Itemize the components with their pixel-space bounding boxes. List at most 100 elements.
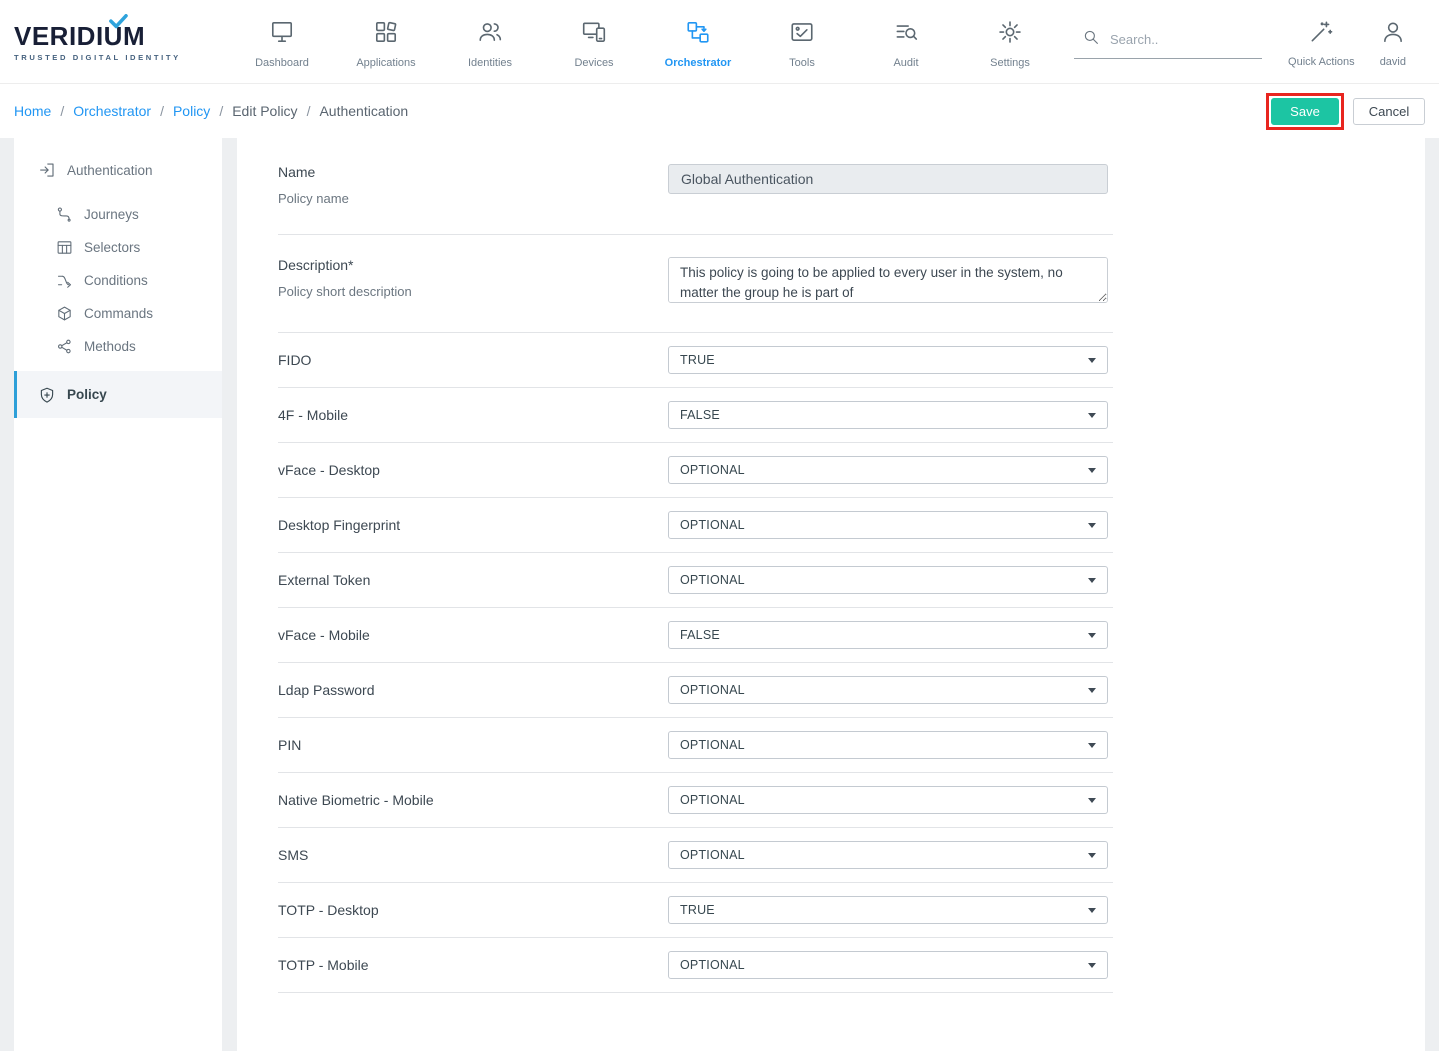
- chevron-down-icon: [1088, 578, 1096, 583]
- search-input[interactable]: [1110, 32, 1260, 47]
- nav-item-label: Identities: [468, 57, 512, 69]
- table-icon: [56, 239, 73, 256]
- sidebar-item-policy[interactable]: Policy: [14, 371, 222, 418]
- policy-description-textarea[interactable]: This policy is going to be applied to ev…: [668, 257, 1108, 303]
- form-row-description: Description* Policy short description Th…: [278, 235, 1113, 333]
- chevron-down-icon: [1088, 523, 1096, 528]
- sidebar-item-label: Conditions: [84, 273, 148, 288]
- 4f-mobile-select[interactable]: FALSE: [668, 401, 1108, 429]
- field-label: FIDO: [278, 352, 668, 368]
- sidebar-item-authentication[interactable]: Authentication: [14, 150, 222, 190]
- native-biometric-mobile-select[interactable]: OPTIONAL: [668, 786, 1108, 814]
- breadcrumb-item-authentication: Authentication: [319, 103, 408, 119]
- quick-actions-button[interactable]: Quick Actions: [1278, 15, 1365, 68]
- sidebar-item-methods[interactable]: Methods: [14, 330, 222, 363]
- chevron-down-icon: [1088, 963, 1096, 968]
- nav-item-audit[interactable]: Audit: [854, 15, 958, 69]
- nav-item-identities[interactable]: Identities: [438, 15, 542, 69]
- field-label: Native Biometric - Mobile: [278, 792, 668, 808]
- breadcrumb-separator: /: [307, 103, 311, 119]
- vface-mobile-select[interactable]: FALSE: [668, 621, 1108, 649]
- sidebar-item-journeys[interactable]: Journeys: [14, 198, 222, 231]
- breadcrumb-link-policy[interactable]: Policy: [173, 103, 210, 119]
- form-row-vface-desktop: vFace - Desktop OPTIONAL: [278, 443, 1113, 498]
- vface-desktop-select[interactable]: OPTIONAL: [668, 456, 1108, 484]
- selected-value: OPTIONAL: [680, 738, 745, 752]
- form-row-4f-mobile: 4F - Mobile FALSE: [278, 388, 1113, 443]
- field-label: Description*: [278, 257, 668, 273]
- sidebar-item-commands[interactable]: Commands: [14, 297, 222, 330]
- brand-tagline: TRUSTED DIGITAL IDENTITY: [14, 53, 182, 62]
- field-label: External Token: [278, 572, 668, 588]
- sidebar-item-conditions[interactable]: Conditions: [14, 264, 222, 297]
- breadcrumb-link-home[interactable]: Home: [14, 103, 51, 119]
- chevron-down-icon: [1088, 798, 1096, 803]
- field-label: 4F - Mobile: [278, 407, 668, 423]
- totp-mobile-select[interactable]: OPTIONAL: [668, 951, 1108, 979]
- sidebar-item-label: Commands: [84, 306, 153, 321]
- sidebar: Authentication Journeys Selectors Condit…: [14, 138, 222, 1051]
- brand-logo: VERIDIUM TRUSTED DIGITAL IDENTITY: [14, 21, 182, 62]
- user-name-label: david: [1380, 56, 1406, 68]
- policy-name-input[interactable]: [668, 164, 1108, 194]
- search: [1074, 24, 1262, 59]
- dashboard-icon: [269, 19, 295, 50]
- audit-icon: [893, 19, 919, 50]
- chevron-down-icon: [1088, 853, 1096, 858]
- external-token-select[interactable]: OPTIONAL: [668, 566, 1108, 594]
- nav-item-label: Settings: [990, 57, 1030, 69]
- selected-value: OPTIONAL: [680, 848, 745, 862]
- totp-desktop-select[interactable]: TRUE: [668, 896, 1108, 924]
- breadcrumb-separator: /: [60, 103, 64, 119]
- form-row-fido: FIDO TRUE: [278, 333, 1113, 388]
- form-row-external-token: External Token OPTIONAL: [278, 553, 1113, 608]
- form-row-pin: PIN OPTIONAL: [278, 718, 1113, 773]
- save-button[interactable]: Save: [1271, 98, 1339, 125]
- form-row-totp-mobile: TOTP - Mobile OPTIONAL: [278, 938, 1113, 993]
- nav-item-label: Audit: [893, 57, 918, 69]
- user-menu[interactable]: david: [1365, 15, 1421, 68]
- selected-value: OPTIONAL: [680, 793, 745, 807]
- field-label: Desktop Fingerprint: [278, 517, 668, 533]
- nav-item-orchestrator[interactable]: Orchestrator: [646, 15, 750, 69]
- field-label: SMS: [278, 847, 668, 863]
- selected-value: OPTIONAL: [680, 683, 745, 697]
- fido-select[interactable]: TRUE: [668, 346, 1108, 374]
- selected-value: OPTIONAL: [680, 958, 745, 972]
- nav-item-label: Dashboard: [255, 57, 309, 69]
- nav-item-tools[interactable]: Tools: [750, 15, 854, 69]
- cancel-button[interactable]: Cancel: [1353, 98, 1425, 125]
- sidebar-item-label: Policy: [67, 387, 107, 402]
- settings-icon: [997, 19, 1023, 50]
- search-icon: [1082, 28, 1100, 51]
- pin-select[interactable]: OPTIONAL: [668, 731, 1108, 759]
- quick-actions-label: Quick Actions: [1288, 56, 1355, 68]
- nav-item-dashboard[interactable]: Dashboard: [230, 15, 334, 69]
- form-row-vface-mobile: vFace - Mobile FALSE: [278, 608, 1113, 663]
- desktop-fingerprint-select[interactable]: OPTIONAL: [668, 511, 1108, 539]
- field-label: vFace - Mobile: [278, 627, 668, 643]
- nav-item-applications[interactable]: Applications: [334, 15, 438, 69]
- breadcrumb-item-edit-policy: Edit Policy: [232, 103, 297, 119]
- magic-wand-icon: [1308, 19, 1334, 50]
- sidebar-item-selectors[interactable]: Selectors: [14, 231, 222, 264]
- chevron-down-icon: [1088, 743, 1096, 748]
- field-label: Ldap Password: [278, 682, 668, 698]
- ldap-password-select[interactable]: OPTIONAL: [668, 676, 1108, 704]
- field-label: TOTP - Desktop: [278, 902, 668, 918]
- nav-item-devices[interactable]: Devices: [542, 15, 646, 69]
- devices-icon: [581, 19, 607, 50]
- breadcrumb-separator: /: [219, 103, 223, 119]
- brand-check-icon: [107, 14, 129, 30]
- content: Authentication Journeys Selectors Condit…: [0, 138, 1439, 1051]
- sms-select[interactable]: OPTIONAL: [668, 841, 1108, 869]
- chevron-down-icon: [1088, 413, 1096, 418]
- breadcrumb: Home / Orchestrator / Policy / Edit Poli…: [14, 103, 408, 119]
- nav-item-settings[interactable]: Settings: [958, 15, 1062, 69]
- selected-value: OPTIONAL: [680, 463, 745, 477]
- breadcrumb-link-orchestrator[interactable]: Orchestrator: [73, 103, 151, 119]
- page-actions: Save Cancel: [1266, 93, 1425, 130]
- nav-item-label: Applications: [356, 57, 415, 69]
- main-nav: Dashboard Applications Identities Device…: [230, 15, 1062, 69]
- sidebar-item-label: Selectors: [84, 240, 140, 255]
